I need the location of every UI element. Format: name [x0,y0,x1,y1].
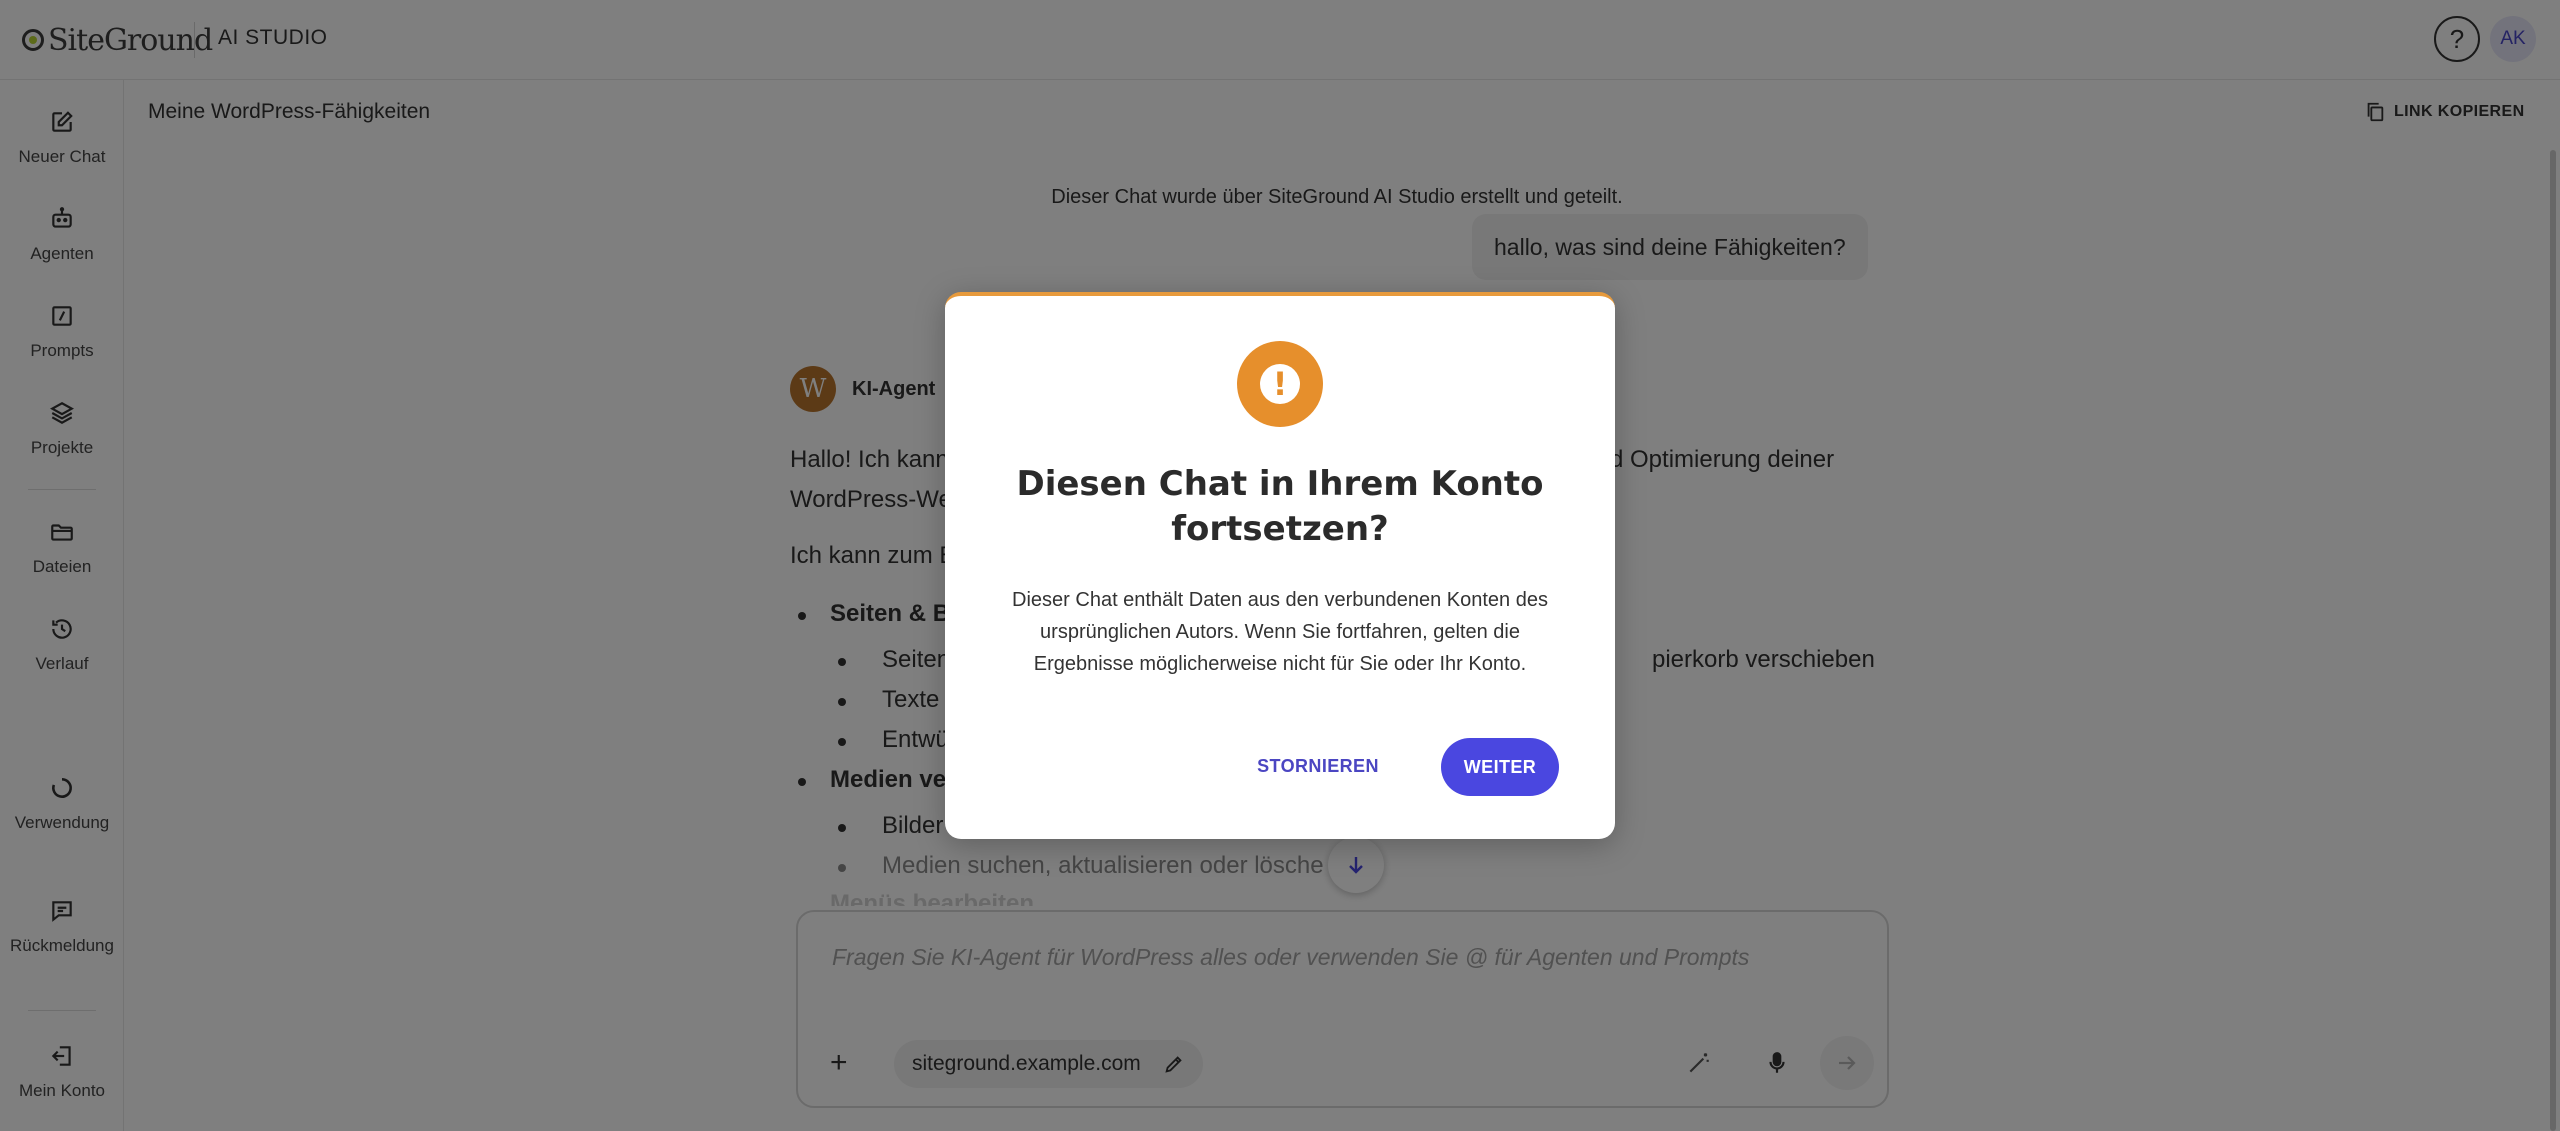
cancel-button[interactable]: STORNIEREN [1245,738,1391,794]
continue-chat-dialog: ! Diesen Chat in Ihrem Konto fortsetzen?… [945,292,1615,839]
dialog-message: Dieser Chat enthält Daten aus den verbun… [1012,589,1548,675]
warning-icon: ! [1237,341,1323,427]
continue-button[interactable]: WEITER [1441,738,1559,796]
dialog-title: Diesen Chat in Ihrem Konto fortsetzen? [1016,464,1544,549]
